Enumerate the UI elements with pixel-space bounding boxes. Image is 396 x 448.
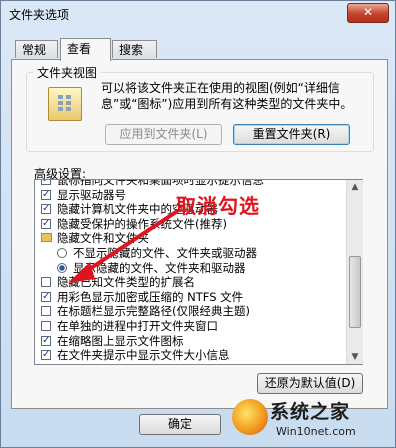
- annotation-label: 取消勾选: [176, 194, 260, 218]
- setting-label: 在文件夹提示中显示文件大小信息: [57, 348, 230, 363]
- watermark-main-text: 系统之家: [270, 401, 351, 423]
- scroll-up-arrow-icon[interactable]: ▲: [350, 182, 360, 192]
- settings-row[interactable]: 显示隐藏的文件、文件夹和驱动器: [35, 261, 347, 276]
- setting-radio[interactable]: [57, 247, 67, 258]
- setting-checkbox[interactable]: [41, 217, 51, 231]
- setting-radio[interactable]: [57, 262, 67, 273]
- scroll-thumb[interactable]: [349, 256, 361, 328]
- watermark-sub-text: Win10net.com: [276, 425, 356, 438]
- title-bar: 文件夹选项 ✕: [1, 1, 395, 27]
- settings-row[interactable]: 隐藏文件和文件夹: [35, 231, 347, 246]
- settings-row[interactable]: 隐藏已知文件类型的扩展名: [35, 275, 347, 290]
- scroll-down-arrow-icon[interactable]: ▼: [350, 352, 360, 362]
- settings-row[interactable]: 不显示隐藏的文件、文件夹或驱动器: [35, 246, 347, 261]
- folder-views-description-line2: 息”或“图标”)应用到所有这种类型的文件夹中。: [101, 97, 353, 111]
- apply-to-folders-button[interactable]: 应用到文件夹(L): [105, 124, 222, 145]
- settings-row[interactable]: 在缩略图上显示文件图标: [35, 333, 347, 348]
- setting-checkbox[interactable]: [41, 277, 51, 288]
- setting-label: 在缩略图上显示文件图标: [57, 333, 184, 348]
- settings-row[interactable]: 在文件夹提示中显示文件大小信息: [35, 348, 347, 363]
- settings-row[interactable]: 鼠标指向文件夹和桌面项时显示提示信息: [35, 179, 347, 188]
- setting-checkbox[interactable]: [41, 348, 51, 363]
- settings-row[interactable]: 用彩色显示加密或压缩的 NTFS 文件: [35, 289, 347, 304]
- setting-checkbox[interactable]: [41, 290, 51, 304]
- folder-views-title: 文件夹视图: [33, 64, 102, 81]
- setting-checkbox[interactable]: [41, 306, 51, 317]
- setting-label: 不显示隐藏的文件、文件夹或驱动器: [73, 245, 257, 260]
- setting-checkbox[interactable]: [41, 202, 51, 217]
- tab-view[interactable]: 查看: [60, 38, 111, 61]
- folder-views-description: 可以将该文件夹正在使用的视图(例如“详细信 息”或“图标”)应用到所有这种类型的…: [101, 80, 371, 112]
- setting-label: 显示隐藏的文件、文件夹和驱动器: [73, 260, 246, 275]
- tab-general[interactable]: 常规: [15, 40, 58, 58]
- reset-folders-button[interactable]: 重置文件夹(R): [233, 124, 350, 145]
- setting-checkbox[interactable]: [41, 180, 51, 188]
- setting-label: 显示驱动器号: [57, 187, 126, 202]
- vertical-scrollbar[interactable]: ▲ ▼: [346, 180, 363, 364]
- watermark-logo-icon: [232, 399, 268, 435]
- folder-views-description-line1: 可以将该文件夹正在使用的视图(例如“详细信: [101, 81, 340, 95]
- watermark: 系统之家 Win10net.com: [232, 395, 394, 445]
- setting-checkbox[interactable]: [41, 334, 51, 348]
- restore-defaults-button[interactable]: 还原为默认值(D): [257, 373, 363, 394]
- setting-label: 在单独的进程中打开文件夹窗口: [57, 318, 218, 333]
- folder-icon: [41, 233, 52, 243]
- setting-checkbox[interactable]: [41, 320, 51, 331]
- ok-button[interactable]: 确定: [139, 414, 221, 435]
- folder-view-icon: [48, 87, 82, 121]
- settings-row[interactable]: 在单独的进程中打开文件夹窗口: [35, 319, 347, 334]
- setting-label: 隐藏已知文件类型的扩展名: [57, 275, 195, 290]
- window-title: 文件夹选项: [9, 8, 70, 22]
- setting-checkbox[interactable]: [41, 188, 51, 202]
- setting-label: 在标题栏显示完整路径(仅限经典主题): [57, 304, 250, 319]
- setting-label: 隐藏文件和文件夹: [57, 231, 149, 246]
- folder-options-window: 文件夹选项 ✕ 常规 查看 搜索 文件夹视图 可以将该文件夹正在使用的视图(例如…: [0, 0, 396, 448]
- close-button[interactable]: ✕: [347, 3, 389, 23]
- setting-label: 鼠标指向文件夹和桌面项时显示提示信息: [57, 179, 264, 187]
- setting-label: 用彩色显示加密或压缩的 NTFS 文件: [57, 289, 244, 304]
- tab-search[interactable]: 搜索: [112, 40, 157, 58]
- settings-row[interactable]: 在标题栏显示完整路径(仅限经典主题): [35, 304, 347, 319]
